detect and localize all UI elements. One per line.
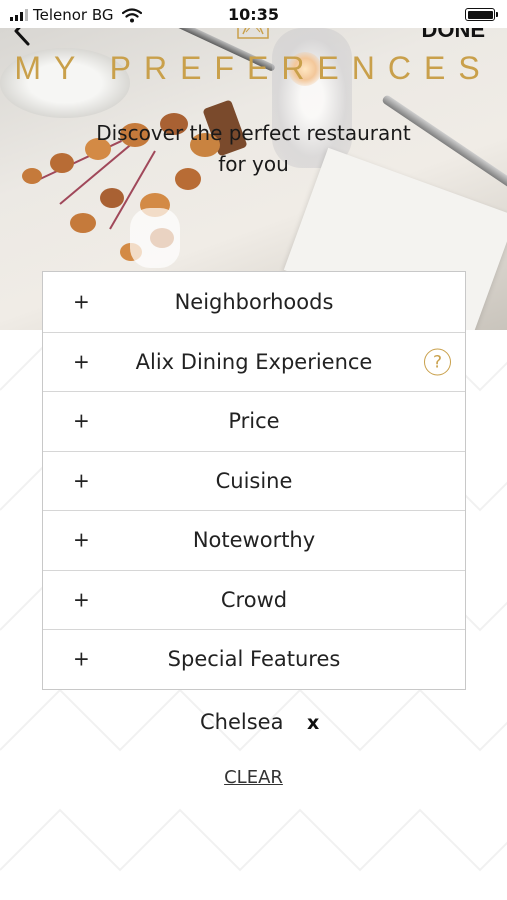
plus-icon: + <box>73 646 90 671</box>
subtitle-line-2: for you <box>218 152 289 176</box>
preference-label: Alix Dining Experience <box>135 349 373 374</box>
page-subtitle: Discover the perfect restaurant for you <box>70 118 437 180</box>
preference-dining-experience[interactable]: + Alix Dining Experience ? <box>43 331 465 392</box>
plus-icon: + <box>73 408 90 433</box>
preference-neighborhoods[interactable]: + Neighborhoods <box>43 272 465 332</box>
preference-label: Crowd <box>220 587 288 612</box>
battery-icon <box>465 8 498 21</box>
clear-button[interactable]: CLEAR <box>0 767 507 788</box>
plus-icon: + <box>73 527 90 552</box>
plus-icon: + <box>73 587 90 612</box>
status-bar: Telenor BG 10:35 <box>0 0 507 28</box>
plus-icon: + <box>73 349 90 374</box>
preference-label: Price <box>228 409 280 434</box>
plus-icon: + <box>73 468 90 493</box>
subtitle-line-1: Discover the perfect restaurant <box>96 121 411 145</box>
preference-price[interactable]: + Price <box>43 391 465 451</box>
preference-label: Cuisine <box>215 468 293 493</box>
status-time: 10:35 <box>228 5 279 24</box>
help-icon[interactable]: ? <box>424 348 451 376</box>
preferences-list: + Neighborhoods + Alix Dining Experience… <box>42 271 466 690</box>
preference-label: Noteworthy <box>192 528 316 553</box>
preference-label: Special Features <box>167 647 341 672</box>
remove-filter-button[interactable]: x <box>307 712 319 734</box>
preference-noteworthy[interactable]: + Noteworthy <box>43 510 465 570</box>
plus-icon: + <box>73 289 90 314</box>
selected-filter-chip: Chelsea <box>200 710 284 734</box>
preference-cuisine[interactable]: + Cuisine <box>43 450 465 511</box>
preference-label: Neighborhoods <box>174 289 334 314</box>
preference-special-features[interactable]: + Special Features <box>43 629 465 689</box>
page-title: MY PREFERENCES <box>14 50 493 86</box>
preference-crowd[interactable]: + Crowd <box>43 569 465 630</box>
